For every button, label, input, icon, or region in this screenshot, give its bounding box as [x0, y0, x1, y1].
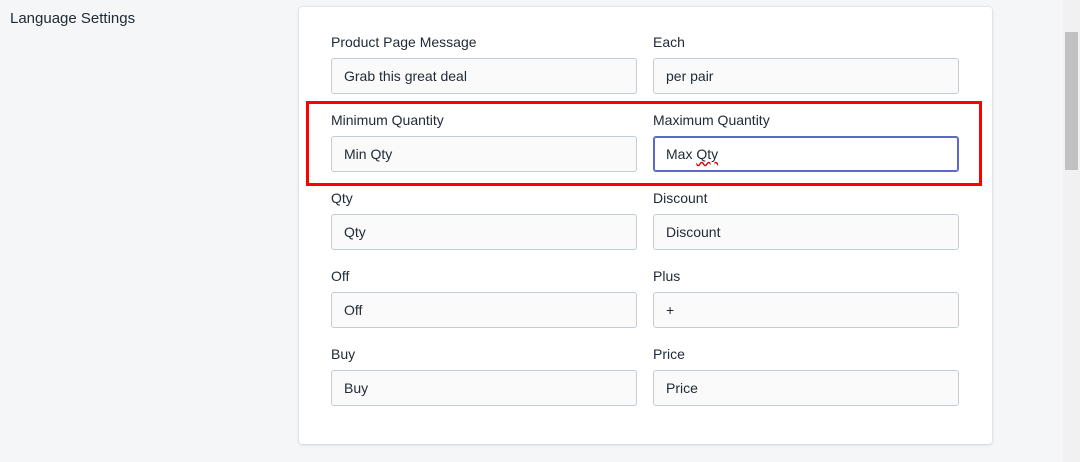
minimum-quantity-input[interactable]	[331, 136, 637, 172]
discount-input[interactable]	[653, 214, 959, 250]
language-settings-card: Product Page Message Each Minimum Quanti…	[299, 7, 992, 444]
off-input[interactable]	[331, 292, 637, 328]
field-off: Off	[331, 266, 637, 328]
plus-label: Plus	[653, 268, 681, 284]
each-input[interactable]	[653, 58, 959, 94]
buy-label: Buy	[331, 346, 356, 362]
maximum-quantity-value-prefix: Max	[666, 146, 697, 162]
field-price: Price	[653, 344, 959, 406]
buy-input[interactable]	[331, 370, 637, 406]
field-plus: Plus	[653, 266, 959, 328]
maximum-quantity-label: Maximum Quantity	[653, 112, 770, 128]
product-page-message-input[interactable]	[331, 58, 637, 94]
field-maximum-quantity: Maximum Quantity Max Qty	[653, 110, 959, 172]
scrollbar-thumb[interactable]	[1065, 32, 1078, 170]
field-product-page-message: Product Page Message	[331, 32, 637, 94]
maximum-quantity-input[interactable]: Max Qty	[653, 136, 959, 172]
field-each: Each	[653, 32, 959, 94]
discount-label: Discount	[653, 190, 708, 206]
field-qty: Qty	[331, 188, 637, 250]
maximum-quantity-value-misspelled: Qty	[696, 146, 719, 162]
field-minimum-quantity: Minimum Quantity	[331, 110, 637, 172]
price-input[interactable]	[653, 370, 959, 406]
minimum-quantity-label: Minimum Quantity	[331, 112, 444, 128]
qty-label: Qty	[331, 190, 353, 206]
off-label: Off	[331, 268, 350, 284]
field-buy: Buy	[331, 344, 637, 406]
field-discount: Discount	[653, 188, 959, 250]
price-label: Price	[653, 346, 685, 362]
each-label: Each	[653, 34, 685, 50]
scrollbar-track[interactable]	[1063, 0, 1080, 462]
plus-input[interactable]	[653, 292, 959, 328]
product-page-message-label: Product Page Message	[331, 34, 477, 50]
section-title: Language Settings	[10, 10, 136, 27]
qty-input[interactable]	[331, 214, 637, 250]
